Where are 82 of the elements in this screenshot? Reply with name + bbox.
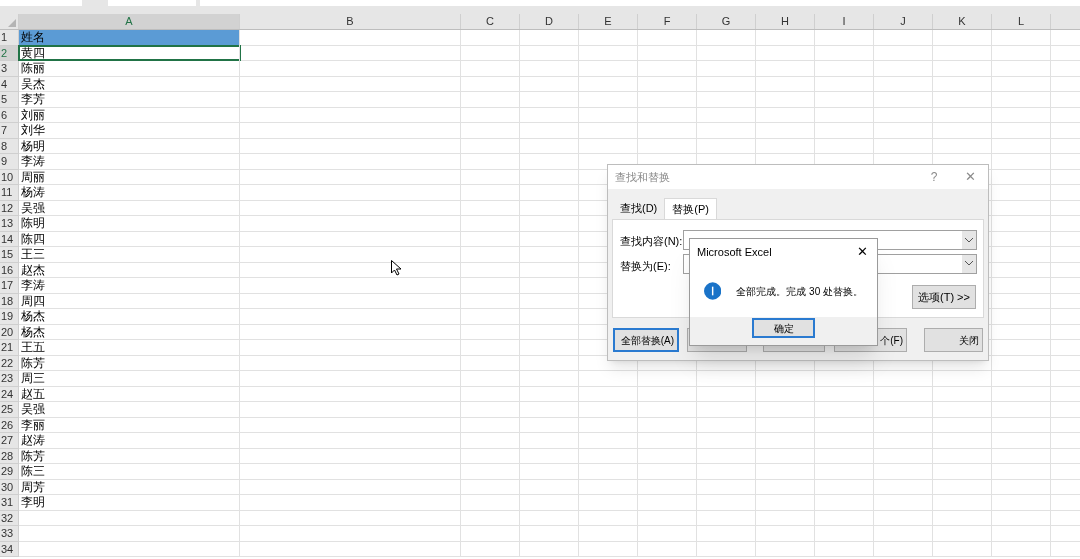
column-header[interactable]: C bbox=[461, 14, 520, 29]
row-header[interactable]: 9 bbox=[0, 154, 19, 170]
info-icon bbox=[704, 279, 722, 303]
row-header[interactable]: 31 bbox=[0, 495, 19, 511]
column-header[interactable]: I bbox=[815, 14, 874, 29]
column-header[interactable]: B bbox=[240, 14, 461, 29]
name-box-field[interactable] bbox=[0, 0, 82, 6]
dialog-title: 查找和替换 bbox=[615, 169, 670, 185]
table-cell-text: 李丽 bbox=[20, 417, 46, 432]
dropdown-icon[interactable] bbox=[962, 231, 976, 249]
row-header[interactable]: 19 bbox=[0, 309, 19, 325]
table-cell-text: 刘华 bbox=[20, 123, 46, 138]
column-header[interactable]: J bbox=[874, 14, 933, 29]
table-cell-text: 陈芳 bbox=[20, 448, 46, 463]
row-header[interactable]: 5 bbox=[0, 92, 19, 108]
table-cell: 黄四 bbox=[19, 45, 240, 60]
options-button[interactable]: 选项(T) >> bbox=[912, 285, 976, 309]
table-cell-text: 吴强 bbox=[20, 200, 46, 215]
replace-label: 替换为(E): bbox=[620, 259, 671, 274]
table-cell-text: 陈三 bbox=[20, 464, 46, 479]
close-button[interactable]: ✕ bbox=[959, 167, 981, 187]
function-field[interactable] bbox=[108, 0, 196, 6]
table-cell-text: 陈明 bbox=[20, 216, 46, 231]
column-header[interactable]: G bbox=[697, 14, 756, 29]
row-header[interactable]: 1 bbox=[0, 30, 19, 46]
tab[interactable]: 替换(P) bbox=[664, 198, 717, 219]
formula-field[interactable] bbox=[200, 0, 1080, 6]
table-cell-text: 杨杰 bbox=[20, 324, 46, 339]
table-cell-text: 赵五 bbox=[20, 386, 46, 401]
table-cell-text: 李芳 bbox=[20, 92, 46, 107]
table-cell-text: 吴强 bbox=[20, 402, 46, 417]
find-label: 查找内容(N): bbox=[620, 234, 683, 249]
mouse-pointer-icon bbox=[391, 260, 402, 276]
table-cell-text: 李涛 bbox=[20, 278, 46, 293]
table-cell-text: 周四 bbox=[20, 293, 46, 308]
column-header[interactable]: F bbox=[638, 14, 697, 29]
select-all-icon[interactable] bbox=[8, 19, 16, 27]
table-cell-text: 赵杰 bbox=[20, 262, 46, 277]
table-cell-text: 杨涛 bbox=[20, 185, 46, 200]
dropdown-icon[interactable] bbox=[962, 255, 976, 273]
table-cell-text: 李涛 bbox=[20, 154, 46, 169]
row-header[interactable]: 27 bbox=[0, 433, 19, 449]
table-cell-text: 陈丽 bbox=[20, 61, 46, 76]
message-text: 全部完成。完成 30 处替换。 bbox=[736, 284, 863, 299]
row-header[interactable]: 21 bbox=[0, 340, 19, 356]
table-cell: 姓名 bbox=[19, 30, 240, 45]
table-cell-text: 王三 bbox=[20, 247, 46, 262]
row-header[interactable]: 33 bbox=[0, 526, 19, 542]
column-header[interactable]: E bbox=[579, 14, 638, 29]
column-header[interactable]: A bbox=[19, 14, 240, 29]
table-cell-text: 王五 bbox=[20, 340, 46, 355]
column-header[interactable]: L bbox=[992, 14, 1051, 29]
row-header[interactable]: 3 bbox=[0, 61, 19, 77]
table-cell-text: 刘丽 bbox=[20, 107, 46, 122]
row-header[interactable]: 17 bbox=[0, 278, 19, 294]
table-cell-text: 陈芳 bbox=[20, 355, 46, 370]
row-header[interactable]: 25 bbox=[0, 402, 19, 418]
column-header[interactable]: H bbox=[756, 14, 815, 29]
table-cell-text: 陈四 bbox=[20, 231, 46, 246]
column-header[interactable]: D bbox=[520, 14, 579, 29]
table-cell-text: 李明 bbox=[20, 495, 46, 510]
row-header[interactable]: 13 bbox=[0, 216, 19, 232]
table-cell-text: 吴杰 bbox=[20, 76, 46, 91]
table-cell-text: 杨明 bbox=[20, 138, 46, 153]
table-cell-text: 周丽 bbox=[20, 169, 46, 184]
table-cell-text: 周三 bbox=[20, 371, 46, 386]
row-header[interactable]: 7 bbox=[0, 123, 19, 139]
row-header[interactable]: 15 bbox=[0, 247, 19, 263]
ok-button[interactable]: 确定 bbox=[752, 318, 815, 338]
row-header[interactable]: 23 bbox=[0, 371, 19, 387]
close-button[interactable]: ✕ bbox=[854, 242, 870, 262]
tab[interactable]: 查找(D) bbox=[613, 198, 665, 219]
column-header[interactable]: K bbox=[933, 14, 992, 29]
dialog-button[interactable]: 全部替换(A) bbox=[613, 328, 679, 352]
message-box-title: Microsoft Excel bbox=[697, 244, 772, 260]
table-cell-text: 赵涛 bbox=[20, 433, 46, 448]
row-header[interactable]: 11 bbox=[0, 185, 19, 201]
help-button[interactable]: ? bbox=[923, 168, 945, 186]
table-cell-text: 杨杰 bbox=[20, 309, 46, 324]
dialog-button[interactable]: 关闭 bbox=[924, 328, 983, 352]
table-cell-text: 周芳 bbox=[20, 479, 46, 494]
row-header[interactable]: 29 bbox=[0, 464, 19, 480]
